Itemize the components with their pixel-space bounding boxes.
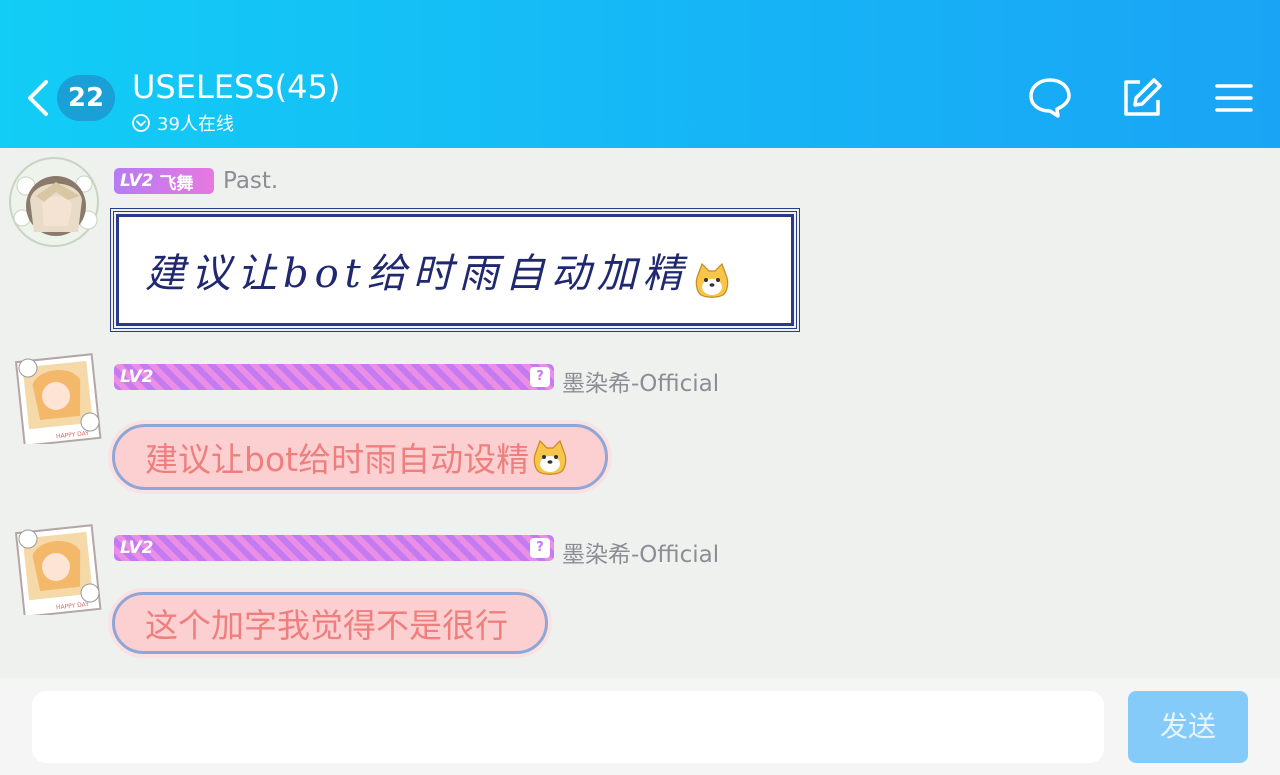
message-bubble[interactable]: 建议让bot给时雨自动加精 [110, 208, 800, 332]
online-status[interactable]: 39人在线 [131, 110, 234, 136]
level-badge: LV2 ? [114, 535, 554, 561]
chevron-down-circle-icon [132, 114, 150, 132]
chat-header: 22 USELESS(45) 39人在线 [0, 0, 1280, 148]
level-label: LV2 [120, 171, 154, 191]
avatar[interactable]: HAPPY DAY [12, 523, 104, 615]
level-label: LV2 [120, 538, 154, 558]
message-text: 这个加字我觉得不是很行 [145, 606, 508, 645]
level-badge: LV2 ? [114, 364, 554, 390]
group-title[interactable]: USELESS(45) [132, 68, 340, 106]
avatar[interactable]: HAPPY DAY [12, 352, 104, 444]
username[interactable]: 墨染希-Official [562, 364, 719, 398]
shiba-emoji-icon [533, 439, 567, 475]
title-badge-label: 飞舞 [159, 173, 194, 194]
message-bubble[interactable]: 建议让bot给时雨自动设精 [112, 424, 608, 490]
menu-icon[interactable] [1212, 76, 1256, 120]
question-badge-icon: ? [530, 538, 550, 558]
username[interactable]: 墨染希-Official [562, 535, 719, 569]
online-count-label: 39人在线 [157, 114, 234, 135]
back-arrow-icon[interactable] [24, 78, 56, 118]
level-label: LV2 [120, 367, 154, 387]
message-text: 建议让bot给时雨自动设精 [145, 440, 530, 479]
level-badge: LV2 飞舞 [114, 168, 214, 194]
unread-count-badge[interactable]: 22 [57, 75, 115, 121]
question-badge-icon: ? [530, 367, 550, 387]
message-text: 建议让bot给时雨自动加精 [145, 251, 689, 297]
message-bubble[interactable]: 这个加字我觉得不是很行 [112, 592, 548, 654]
send-button[interactable]: 发送 [1128, 691, 1248, 763]
avatar[interactable] [8, 156, 100, 248]
shiba-emoji-icon [695, 262, 729, 298]
edit-icon[interactable] [1120, 76, 1164, 120]
username[interactable]: Past. [223, 168, 278, 194]
chat-bubble-icon[interactable] [1028, 76, 1072, 120]
message-input[interactable] [32, 691, 1104, 763]
